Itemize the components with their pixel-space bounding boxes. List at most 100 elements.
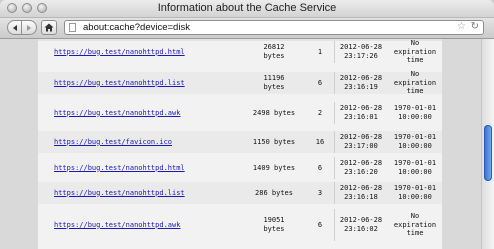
expires-line-1: No xyxy=(410,38,420,47)
last-modified-time: 23:16:19 xyxy=(344,83,378,91)
home-icon xyxy=(44,23,54,32)
cache-entries-table: https://bug.test/nanohttpd.html 26812 byt… xyxy=(38,39,442,249)
entry-key-link[interactable]: https://bug.test/favicon.ico xyxy=(54,131,172,153)
address-bar[interactable]: about:cache?device=disk ☆ ↻ xyxy=(64,20,484,35)
last-modified: 2012-06-28 23:16:18 xyxy=(334,182,387,204)
data-size: 11196 bytes xyxy=(242,72,306,94)
vertical-scrollbar[interactable] xyxy=(481,39,494,249)
fetch-count: 16 xyxy=(315,137,325,146)
expires-line-2: expiration xyxy=(393,78,437,87)
entry-key-link[interactable]: https://bug.test/nanohttpd.html xyxy=(54,157,185,179)
last-modified-date: 2012-06-28 xyxy=(339,133,383,142)
back-forward-group xyxy=(7,20,37,35)
last-modified: 2012-06-28 23:16:19 xyxy=(334,72,387,94)
expires-line-1: No xyxy=(410,69,420,78)
table-row: https://bug.test/nanohttpd.awk 2498 byte… xyxy=(38,102,442,124)
data-size-unit: bytes xyxy=(263,52,285,60)
data-size-unit: bytes xyxy=(263,83,285,91)
home-button[interactable] xyxy=(41,20,57,35)
data-size-value: 11196 xyxy=(263,74,285,83)
last-modified-date: 2012-06-28 xyxy=(339,216,383,225)
last-modified-time: 23:17:26 xyxy=(344,52,378,60)
expires-line-1: 1970-01-01 xyxy=(393,104,437,113)
data-size-value: 26812 xyxy=(263,43,285,52)
fetch-count: 6 xyxy=(317,78,323,87)
expires-line-1: No xyxy=(410,211,420,220)
bookmark-star-icon[interactable]: ☆ xyxy=(457,21,466,32)
last-modified-date: 2012-06-28 xyxy=(339,159,383,168)
data-size-value: 19051 xyxy=(263,216,285,225)
fetch-count: 6 xyxy=(317,220,323,229)
expires-line-2: expiration xyxy=(393,220,437,229)
entry-key-link[interactable]: https://bug.test/nanohttpd.html xyxy=(54,41,185,63)
table-row: https://bug.test/nanohttpd.html 1409 byt… xyxy=(38,157,442,179)
data-size: 19051 bytes xyxy=(242,209,306,241)
fetch-count: 3 xyxy=(317,188,323,197)
browser-window: Information about the Cache Service abou… xyxy=(0,0,494,249)
entry-key-link[interactable]: https://bug.test/nanohttpd.awk xyxy=(54,102,180,124)
expires-line-2: 10:00:00 xyxy=(398,113,432,121)
table-row: https://bug.test/favicon.ico 1150 bytes … xyxy=(38,131,442,153)
last-modified: 2012-06-28 23:16:01 xyxy=(334,102,387,124)
data-size-unit: bytes xyxy=(263,225,285,233)
expires-line-1: 1970-01-01 xyxy=(393,133,437,142)
expires-line-2: 10:00:00 xyxy=(398,168,432,176)
fetch-count: 1 xyxy=(317,47,323,56)
fetch-count: 6 xyxy=(317,163,323,172)
entry-key-link[interactable]: https://bug.test/nanohttpd.list xyxy=(54,72,185,94)
last-modified: 2012-06-28 23:16:02 xyxy=(334,209,387,241)
expires: No expiration time xyxy=(388,69,442,96)
table-row: https://bug.test/nanohttpd.html 26812 byt… xyxy=(38,38,442,65)
expires-line-3: time xyxy=(406,87,424,96)
data-size: 1150 bytes xyxy=(242,131,306,153)
last-modified-time: 23:16:18 xyxy=(344,193,378,201)
expires: 1970-01-01 10:00:00 xyxy=(388,157,442,179)
last-modified: 2012-06-28 23:17:26 xyxy=(334,41,387,63)
navigation-toolbar: about:cache?device=disk ☆ ↻ xyxy=(0,18,494,39)
expires-line-2: expiration xyxy=(393,47,437,56)
data-size-value: 286 bytes xyxy=(255,188,293,197)
last-modified-time: 23:17:00 xyxy=(344,142,378,150)
data-size: 2498 bytes xyxy=(242,102,306,124)
expires-line-3: time xyxy=(406,56,424,65)
table-row: https://bug.test/nanohttpd.list 11196 byt… xyxy=(38,69,442,96)
expires-line-1: 1970-01-01 xyxy=(393,159,437,168)
entry-key-link[interactable]: https://bug.test/nanohttpd.awk xyxy=(54,209,180,241)
scrollbar-thumb[interactable] xyxy=(484,125,492,181)
table-row: https://bug.test/nanohttpd.list 286 byte… xyxy=(38,182,442,204)
back-arrow-icon xyxy=(12,24,17,31)
page-icon xyxy=(69,23,76,32)
data-size: 26812 bytes xyxy=(242,41,306,63)
last-modified-date: 2012-06-28 xyxy=(339,43,383,52)
last-modified-date: 2012-06-28 xyxy=(339,74,383,83)
page-content: https://bug.test/nanohttpd.html 26812 byt… xyxy=(0,39,494,249)
last-modified-time: 23:16:02 xyxy=(344,225,378,233)
entry-key-link[interactable]: https://bug.test/nanohttpd.list xyxy=(54,182,185,204)
expires: 1970-01-01 10:00:00 xyxy=(388,102,442,124)
expires: 1970-01-01 10:00:00 xyxy=(388,131,442,153)
last-modified: 2012-06-28 23:16:20 xyxy=(334,157,387,179)
expires-line-1: 1970-01-01 xyxy=(393,184,437,193)
window-title: Information about the Cache Service xyxy=(157,2,337,14)
title-bar: Information about the Cache Service xyxy=(0,0,494,18)
expires-line-3: time xyxy=(406,229,424,238)
data-size-value: 1409 bytes xyxy=(252,163,296,172)
table-row: https://bug.test/nanohttpd.awk 19051 byte… xyxy=(38,209,442,241)
data-size-value: 1150 bytes xyxy=(252,137,296,146)
data-size-value: 2498 bytes xyxy=(252,108,296,117)
expires: No expiration time xyxy=(388,38,442,65)
data-size: 286 bytes xyxy=(242,182,306,204)
forward-button[interactable] xyxy=(22,20,37,35)
fetch-count: 2 xyxy=(317,108,323,117)
last-modified-time: 23:16:01 xyxy=(344,113,378,121)
last-modified-date: 2012-06-28 xyxy=(339,184,383,193)
expires: No expiration time xyxy=(388,209,442,241)
address-bar-url[interactable]: about:cache?device=disk xyxy=(83,22,190,33)
expires: 1970-01-01 10:00:00 xyxy=(388,182,442,204)
back-button[interactable] xyxy=(7,20,22,35)
last-modified: 2012-06-28 23:17:00 xyxy=(334,131,387,153)
last-modified-time: 23:16:20 xyxy=(344,168,378,176)
reload-icon[interactable]: ↻ xyxy=(471,21,479,32)
expires-line-2: 10:00:00 xyxy=(398,193,432,201)
data-size: 1409 bytes xyxy=(242,157,306,179)
